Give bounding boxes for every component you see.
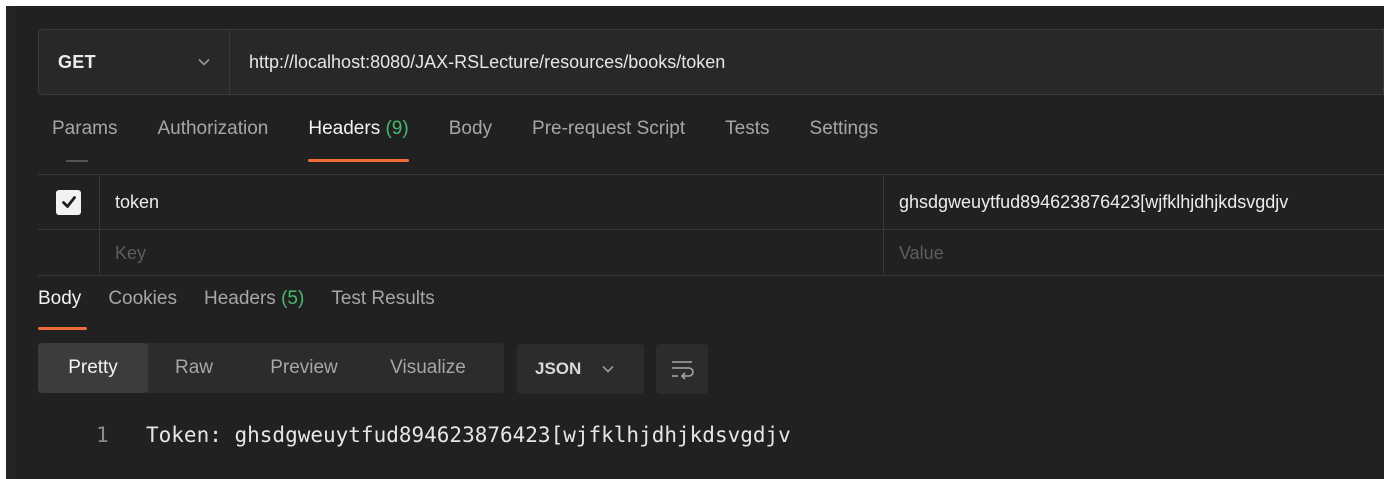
method-label: GET [58, 51, 96, 72]
tab-label: Cookies [108, 288, 177, 309]
tab-label: Pre-request Script [532, 118, 686, 139]
tab-label: Headers [308, 118, 381, 139]
checkmark-icon [61, 196, 76, 208]
collapsed-row-indicator [66, 160, 88, 162]
tab-pre-request-script[interactable]: Pre-request Script [532, 118, 685, 162]
tab-label: Tests [725, 118, 770, 139]
key-field[interactable]: Key [115, 230, 146, 276]
value-field[interactable]: Value [899, 230, 944, 276]
chevron-down-icon [601, 362, 615, 376]
pretty-button[interactable]: Pretty [38, 343, 148, 393]
method-select[interactable]: GET [39, 30, 230, 94]
tab-label: Settings [809, 118, 879, 139]
tab-tests[interactable]: Tests [725, 118, 769, 162]
column-divider [883, 175, 884, 229]
tab-response-headers[interactable]: Headers (5) [204, 288, 304, 330]
tab-test-results[interactable]: Test Results [331, 288, 434, 330]
response-line: 1 Token: ghsdgweuytfud894623876423[wjfkl… [96, 420, 791, 450]
response-text[interactable]: Token: ghsdgweuytfud894623876423[wjfklhj… [146, 423, 791, 447]
tab-label: Test Results [331, 288, 435, 309]
screenshot-frame: GET http://localhost:8080/JAX-RSLecture/… [0, 0, 1384, 479]
language-label: JSON [535, 359, 582, 378]
tab-label: Body [448, 118, 493, 139]
tab-label: Body [38, 288, 82, 309]
tab-params[interactable]: Params [52, 118, 117, 162]
tab-label: Headers [203, 288, 276, 309]
preview-button[interactable]: Preview [240, 343, 368, 393]
request-tabs: Params Authorization Headers (9) Body Pr… [52, 118, 918, 162]
table-row: token ghsdgweuytfud894623876423[wjfklhjd… [38, 175, 1384, 230]
wrap-lines-icon [672, 361, 694, 380]
view-mode-group: Pretty Raw Preview Visualize [38, 343, 504, 393]
tab-label: Authorization [157, 118, 269, 139]
table-row: Key Value [38, 230, 1384, 276]
tab-label: Params [52, 118, 118, 139]
headers-table: token ghsdgweuytfud894623876423[wjfklhjd… [38, 174, 1384, 276]
tab-body[interactable]: Body [449, 118, 492, 162]
tab-settings[interactable]: Settings [810, 118, 879, 162]
line-number: 1 [96, 423, 109, 447]
raw-button[interactable]: Raw [148, 343, 240, 393]
url-input[interactable]: http://localhost:8080/JAX-RSLecture/reso… [230, 52, 1383, 73]
visualize-button[interactable]: Visualize [368, 343, 488, 393]
window-left-edge [6, 6, 16, 479]
language-select[interactable]: JSON [517, 344, 644, 394]
tab-authorization[interactable]: Authorization [157, 118, 268, 162]
tab-count: (5) [281, 288, 305, 309]
row-checkbox-cell [38, 230, 100, 276]
tab-headers[interactable]: Headers (9) [308, 118, 410, 162]
header-value[interactable]: ghsdgweuytfud894623876423[wjfklhjdhjkdsv… [899, 175, 1288, 229]
column-divider [883, 230, 884, 276]
header-key[interactable]: token [115, 175, 159, 229]
chevron-down-icon [197, 55, 211, 69]
tab-response-body[interactable]: Body [38, 288, 88, 330]
tab-cookies[interactable]: Cookies [108, 288, 177, 330]
request-bar: GET http://localhost:8080/JAX-RSLecture/… [38, 29, 1384, 95]
row-checkbox[interactable] [56, 189, 81, 215]
row-checkbox-cell [38, 175, 100, 229]
response-tabs: Body Cookies Headers (5) Test Results [38, 288, 462, 330]
tab-count: (9) [385, 118, 409, 139]
wrap-lines-button[interactable] [656, 344, 708, 394]
